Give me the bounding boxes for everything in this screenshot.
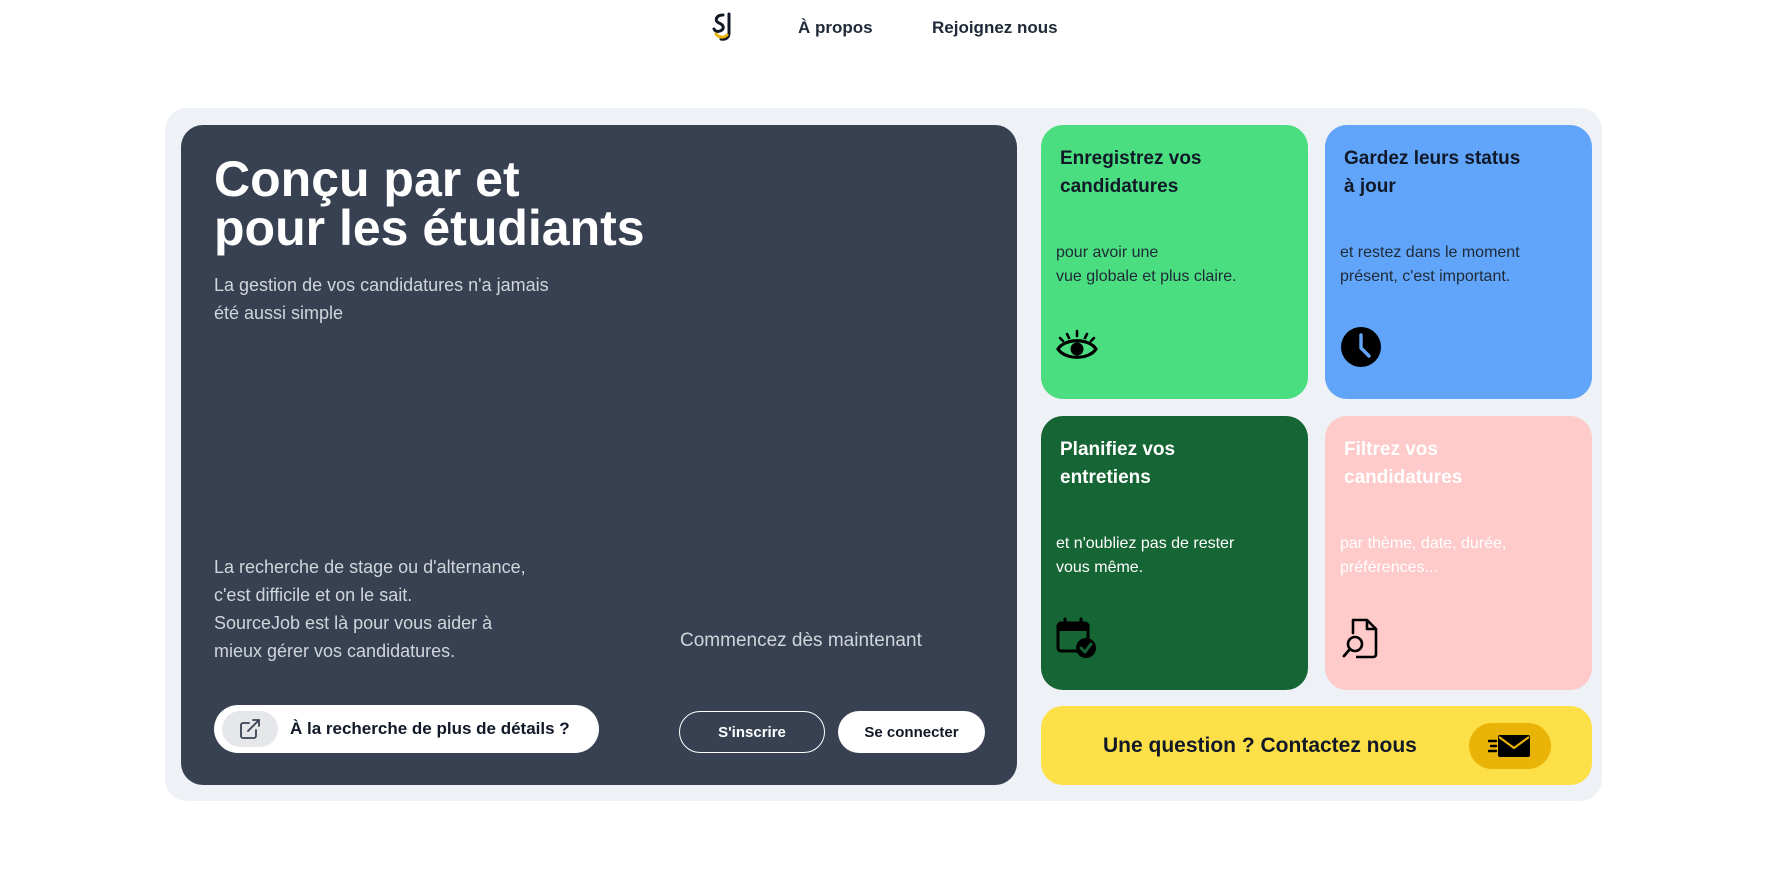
clock-icon bbox=[1341, 327, 1381, 367]
hero-description-line-4: mieux gérer vos candidatures. bbox=[214, 641, 456, 661]
feature-card-keep-status: Gardez leurs status à jour et restez dan… bbox=[1325, 125, 1592, 399]
signup-button[interactable]: S'inscrire bbox=[679, 711, 825, 753]
card-text-line-1: et restez dans le moment bbox=[1340, 244, 1520, 261]
contact-label: Une question ? Contactez nous bbox=[1103, 734, 1417, 757]
more-details-button[interactable]: À la recherche de plus de détails ? bbox=[214, 705, 599, 753]
card-title: Gardez leurs status à jour bbox=[1344, 145, 1574, 201]
card-text: et restez dans le moment présent, c'est … bbox=[1340, 241, 1580, 289]
feature-card-plan-interviews: Planifiez vos entretiens et n'oubliez pa… bbox=[1041, 416, 1308, 690]
hero-title: Conçu par et pour les étudiants bbox=[214, 154, 645, 256]
nav-link-about[interactable]: À propos bbox=[798, 18, 873, 38]
top-nav: À propos Rejoignez nous bbox=[0, 0, 1791, 62]
card-title: Planifiez vos entretiens bbox=[1060, 436, 1290, 492]
hero-description-line-2: c'est difficile et on le sait. bbox=[214, 585, 413, 605]
card-text: par thème, date, durée, préférences... bbox=[1340, 532, 1580, 580]
hero-subtitle: La gestion de vos candidatures n'a jamai… bbox=[214, 271, 594, 327]
sourcejob-logo-icon[interactable] bbox=[710, 12, 738, 42]
hero-title-line-2: pour les étudiants bbox=[214, 200, 645, 256]
card-title-line-1: Filtrez vos bbox=[1344, 439, 1438, 460]
external-link-icon bbox=[222, 711, 278, 747]
hero-description-line-3: SourceJob est là pour vous aider à bbox=[214, 613, 493, 633]
contact-button[interactable]: Une question ? Contactez nous bbox=[1041, 706, 1592, 785]
card-text-line-1: et n'oubliez pas de rester bbox=[1056, 535, 1235, 552]
card-title-line-2: entretiens bbox=[1060, 467, 1151, 488]
card-text-line-1: pour avoir une bbox=[1056, 244, 1159, 261]
calendar-check-icon bbox=[1056, 617, 1096, 658]
card-title-line-2: à jour bbox=[1344, 176, 1396, 197]
card-title-line-1: Enregistrez vos bbox=[1060, 148, 1202, 169]
hero-title-line-1: Conçu par et bbox=[214, 151, 520, 207]
card-text-line-1: par thème, date, durée, bbox=[1340, 535, 1507, 552]
nav-link-join[interactable]: Rejoignez nous bbox=[932, 18, 1058, 38]
card-text-line-2: préférences... bbox=[1340, 559, 1438, 576]
card-title: Filtrez vos candidatures bbox=[1344, 436, 1574, 492]
card-title-line-2: candidatures bbox=[1344, 467, 1463, 488]
card-text: et n'oubliez pas de rester vous même. bbox=[1056, 532, 1296, 580]
hero-card: Conçu par et pour les étudiants La gesti… bbox=[181, 125, 1017, 785]
mail-icon bbox=[1469, 723, 1551, 769]
more-details-label: À la recherche de plus de détails ? bbox=[290, 719, 570, 738]
card-text-line-2: vous même. bbox=[1056, 559, 1144, 576]
card-text: pour avoir une vue globale et plus clair… bbox=[1056, 241, 1296, 289]
card-title-line-2: candidatures bbox=[1060, 176, 1179, 197]
hero-subtitle-line-2: été aussi simple bbox=[214, 303, 344, 323]
file-search-icon bbox=[1342, 618, 1378, 659]
hero-description: La recherche de stage ou d'alternance, c… bbox=[214, 553, 594, 665]
card-title-line-1: Planifiez vos bbox=[1060, 439, 1176, 460]
start-now-text: Commencez dès maintenant bbox=[680, 630, 922, 651]
card-title-line-1: Gardez leurs status bbox=[1344, 148, 1521, 169]
hero-subtitle-line-1: La gestion de vos candidatures n'a jamai… bbox=[214, 275, 549, 295]
feature-card-save-applications: Enregistrez vos candidatures pour avoir … bbox=[1041, 125, 1308, 399]
card-text-line-2: présent, c'est important. bbox=[1340, 268, 1511, 285]
eye-icon bbox=[1056, 329, 1098, 359]
feature-card-filter-applications: Filtrez vos candidatures par thème, date… bbox=[1325, 416, 1592, 690]
login-button[interactable]: Se connecter bbox=[838, 711, 985, 753]
hero-description-line-1: La recherche de stage ou d'alternance, bbox=[214, 557, 526, 577]
card-title: Enregistrez vos candidatures bbox=[1060, 145, 1290, 201]
card-text-line-2: vue globale et plus claire. bbox=[1056, 268, 1237, 285]
